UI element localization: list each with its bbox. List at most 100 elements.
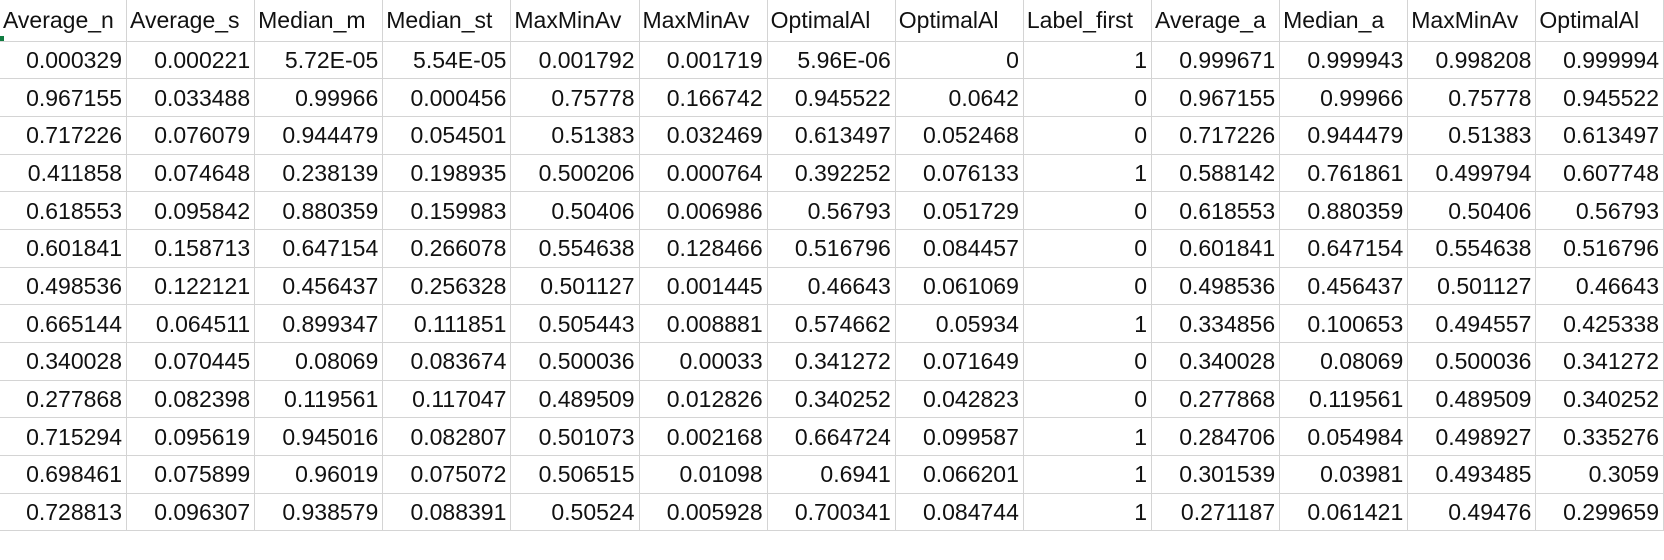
table-cell[interactable]: 0.99966	[1279, 78, 1409, 117]
table-cell[interactable]: 0.084457	[895, 229, 1024, 268]
table-cell[interactable]: 0.00033	[639, 342, 768, 381]
table-cell[interactable]: 0.271187	[1151, 493, 1281, 532]
table-cell[interactable]: 0.516796	[1535, 229, 1664, 268]
table-cell[interactable]: 0.340252	[1535, 380, 1664, 419]
table-cell[interactable]: 0.945522	[767, 78, 896, 117]
table-cell[interactable]: 1	[1023, 493, 1153, 532]
header-cell[interactable]: Median_m	[254, 0, 384, 42]
table-cell[interactable]: 0.498536	[1151, 267, 1281, 306]
table-cell[interactable]: 0.998208	[1407, 41, 1537, 80]
table-cell[interactable]: 0.341272	[1535, 342, 1664, 381]
table-cell[interactable]: 0.051729	[895, 191, 1024, 230]
table-cell[interactable]: 0.500206	[510, 154, 640, 193]
table-cell[interactable]: 0	[1023, 191, 1153, 230]
table-cell[interactable]: 0.880359	[254, 191, 384, 230]
table-cell[interactable]: 0.166742	[639, 78, 768, 117]
table-cell[interactable]: 0.100653	[1279, 304, 1409, 343]
table-cell[interactable]: 0.006986	[639, 191, 768, 230]
table-cell[interactable]: 0.75778	[510, 78, 640, 117]
table-cell[interactable]: 0.012826	[639, 380, 768, 419]
table-cell[interactable]: 0.506515	[510, 455, 640, 494]
table-cell[interactable]: 0.061069	[895, 267, 1024, 306]
table-cell[interactable]: 0.076133	[895, 154, 1024, 193]
table-cell[interactable]: 0.001719	[639, 41, 768, 80]
table-cell[interactable]: 0.50524	[510, 493, 640, 532]
table-cell[interactable]: 0.095619	[126, 417, 256, 457]
table-cell[interactable]: 0.761861	[1279, 154, 1409, 193]
table-cell[interactable]: 0.56793	[1535, 191, 1664, 230]
table-cell[interactable]: 0.456437	[254, 267, 384, 306]
table-cell[interactable]: 5.54E-05	[382, 41, 512, 80]
table-cell[interactable]: 0.613497	[767, 116, 896, 155]
header-cell[interactable]: MaxMinAv	[1407, 0, 1537, 42]
table-cell[interactable]: 0	[1023, 116, 1153, 155]
table-cell[interactable]: 0.340028	[0, 342, 128, 381]
table-cell[interactable]: 5.72E-05	[254, 41, 384, 80]
table-cell[interactable]: 0.099587	[895, 417, 1024, 457]
table-cell[interactable]: 0	[1023, 229, 1153, 268]
table-cell[interactable]: 0.3059	[1535, 455, 1664, 494]
table-cell[interactable]: 0.50406	[1407, 191, 1537, 230]
table-cell[interactable]: 0.493485	[1407, 455, 1537, 494]
table-cell[interactable]: 0.000329	[0, 41, 128, 80]
table-cell[interactable]: 0.96019	[254, 455, 384, 494]
table-cell[interactable]: 0.999994	[1535, 41, 1664, 80]
header-cell[interactable]: OptimalAl	[767, 0, 896, 42]
table-cell[interactable]: 0.728813	[0, 493, 128, 532]
table-cell[interactable]: 1	[1023, 417, 1153, 457]
table-cell[interactable]: 0.967155	[0, 78, 128, 117]
table-cell[interactable]: 0.070445	[126, 342, 256, 381]
table-cell[interactable]: 0.588142	[1151, 154, 1281, 193]
header-cell[interactable]: Label_first	[1023, 0, 1153, 42]
table-cell[interactable]: 0.601841	[0, 229, 128, 268]
table-cell[interactable]: 0.111851	[382, 304, 512, 343]
header-cell[interactable]: Average_s	[126, 0, 256, 42]
header-cell[interactable]: Median_st	[382, 0, 512, 42]
table-cell[interactable]: 0.159983	[382, 191, 512, 230]
table-cell[interactable]: 0.000764	[639, 154, 768, 193]
table-cell[interactable]: 0.122121	[126, 267, 256, 306]
table-cell[interactable]: 0.717226	[1151, 116, 1281, 155]
table-cell[interactable]: 0.335276	[1535, 417, 1664, 457]
table-cell[interactable]: 0.128466	[639, 229, 768, 268]
table-cell[interactable]: 0.501127	[510, 267, 640, 306]
table-cell[interactable]: 0.03981	[1279, 455, 1409, 494]
table-cell[interactable]: 0.945016	[254, 417, 384, 457]
table-cell[interactable]: 0.498536	[0, 267, 128, 306]
header-cell[interactable]: MaxMinAv	[639, 0, 768, 42]
table-cell[interactable]: 0.647154	[1279, 229, 1409, 268]
table-cell[interactable]: 0.266078	[382, 229, 512, 268]
table-cell[interactable]: 1	[1023, 154, 1153, 193]
table-cell[interactable]: 0.301539	[1151, 455, 1281, 494]
table-cell[interactable]: 0.117047	[382, 380, 512, 419]
table-cell[interactable]: 0.238139	[254, 154, 384, 193]
table-cell[interactable]: 0.6941	[767, 455, 896, 494]
table-cell[interactable]: 0.083674	[382, 342, 512, 381]
table-cell[interactable]: 0.51383	[510, 116, 640, 155]
table-cell[interactable]: 0.574662	[767, 304, 896, 343]
table-cell[interactable]: 1	[1023, 41, 1153, 80]
table-cell[interactable]: 0	[1023, 380, 1153, 419]
table-cell[interactable]: 0.613497	[1535, 116, 1664, 155]
table-cell[interactable]: 0.945522	[1535, 78, 1664, 117]
table-cell[interactable]: 0.967155	[1151, 78, 1281, 117]
table-cell[interactable]: 0.698461	[0, 455, 128, 494]
table-cell[interactable]: 0.061421	[1279, 493, 1409, 532]
table-cell[interactable]: 0.08069	[1279, 342, 1409, 381]
table-cell[interactable]: 0.500036	[510, 342, 640, 381]
table-cell[interactable]: 0.944479	[254, 116, 384, 155]
table-cell[interactable]: 0.05934	[895, 304, 1024, 343]
table-cell[interactable]: 0.064511	[126, 304, 256, 343]
table-cell[interactable]: 0.46643	[767, 267, 896, 306]
table-cell[interactable]: 0.033488	[126, 78, 256, 117]
header-cell[interactable]: Average_a	[1151, 0, 1281, 42]
table-cell[interactable]: 0.095842	[126, 191, 256, 230]
table-cell[interactable]: 0.084744	[895, 493, 1024, 532]
table-cell[interactable]: 0.071649	[895, 342, 1024, 381]
table-cell[interactable]: 0.880359	[1279, 191, 1409, 230]
table-cell[interactable]: 0.647154	[254, 229, 384, 268]
table-cell[interactable]: 0.944479	[1279, 116, 1409, 155]
table-cell[interactable]: 0.340252	[767, 380, 896, 419]
table-cell[interactable]: 0.999671	[1151, 41, 1281, 80]
table-cell[interactable]: 0	[1023, 342, 1153, 381]
